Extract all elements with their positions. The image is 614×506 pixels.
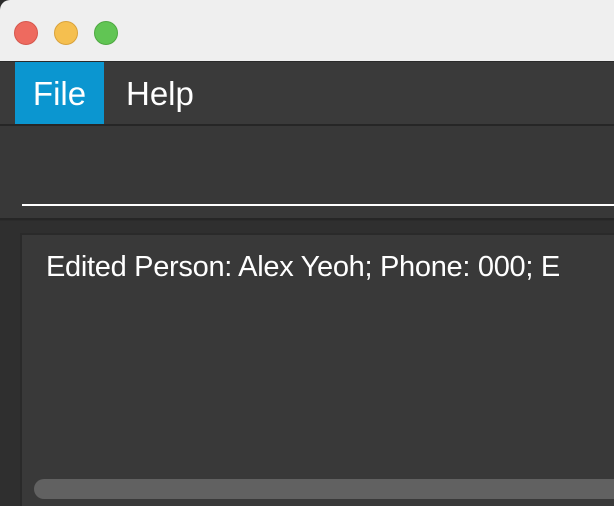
app-window: File Help Edited Person: Alex Yeoh; Phon… [0,0,614,506]
result-message: Edited Person: Alex Yeoh; Phone: 000; E [46,251,560,283]
title-bar [0,0,614,61]
result-display[interactable]: Edited Person: Alex Yeoh; Phone: 000; E [20,233,614,506]
maximize-window-button[interactable] [94,21,118,45]
minimize-window-button[interactable] [54,21,78,45]
command-box-container [0,126,614,218]
menu-bar: File Help [0,61,614,125]
horizontal-scrollbar[interactable] [34,479,614,499]
close-window-button[interactable] [14,21,38,45]
command-input[interactable] [22,134,614,206]
divider [0,218,614,220]
menu-file[interactable]: File [15,62,104,125]
result-display-container: Edited Person: Alex Yeoh; Phone: 000; E [0,221,614,506]
menu-help[interactable]: Help [104,62,194,125]
